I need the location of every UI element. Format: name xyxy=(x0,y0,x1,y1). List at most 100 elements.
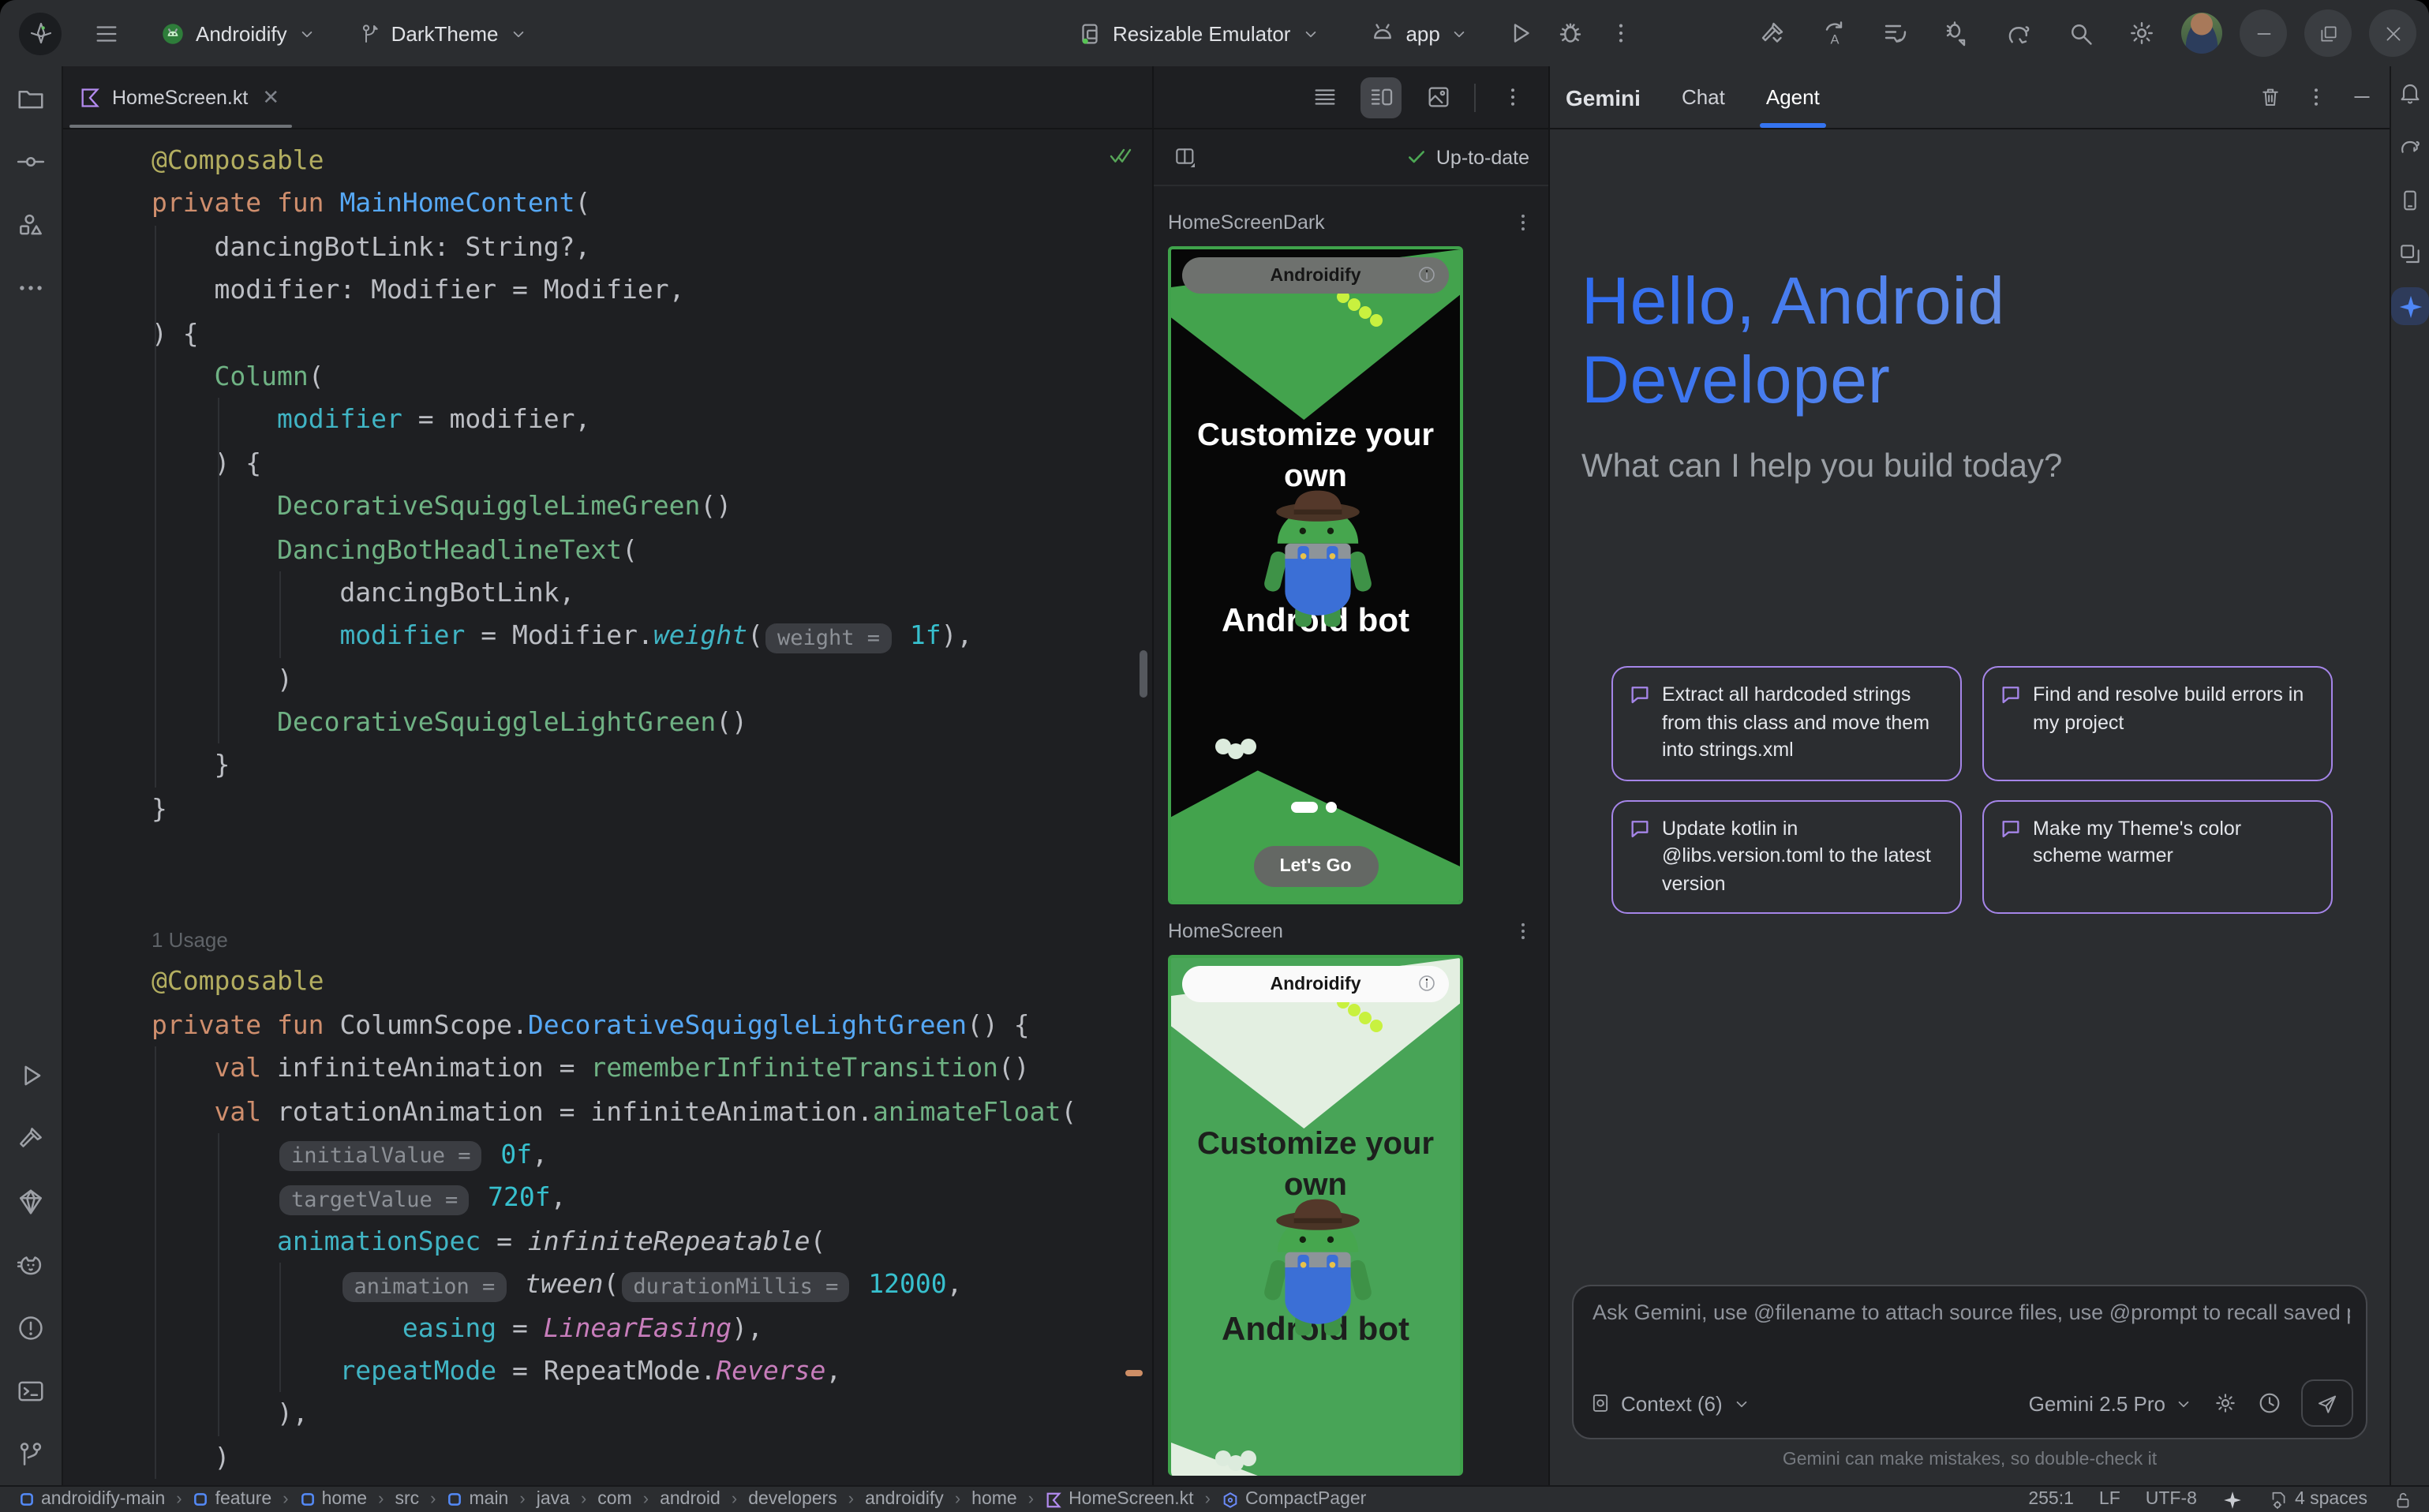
indent-setting[interactable]: 4 spaces xyxy=(2268,1489,2367,1510)
code-line[interactable]: repeatMode = RepeatMode.Reverse, xyxy=(152,1349,1152,1393)
breadcrumb-item[interactable]: developers xyxy=(748,1490,837,1509)
code-line[interactable]: ), xyxy=(152,1393,1152,1436)
code-line[interactable]: easing = LinearEasing), xyxy=(152,1306,1152,1349)
breadcrumb-item[interactable]: main xyxy=(447,1490,509,1509)
inspections-ok-icon[interactable] xyxy=(1108,145,1133,167)
code-line[interactable]: private fun ColumnScope.DecorativeSquigg… xyxy=(152,1004,1152,1047)
tab-close-icon[interactable]: ✕ xyxy=(262,84,279,110)
design-view-icon[interactable] xyxy=(1417,77,1458,118)
code-editor[interactable]: @Composableprivate fun MainHomeContent( … xyxy=(63,129,1152,1485)
code-line[interactable]: DecorativeSquiggleLimeGreen() xyxy=(152,485,1152,528)
code-line[interactable]: animation = tween(durationMillis = 12000… xyxy=(152,1263,1152,1306)
code-line[interactable]: ) { xyxy=(152,312,1152,355)
code-line[interactable]: modifier: Modifier = Modifier, xyxy=(152,268,1152,312)
line-separator[interactable]: LF xyxy=(2099,1490,2120,1509)
device-explorer-icon[interactable] xyxy=(2393,234,2427,275)
breadcrumb-item[interactable]: home xyxy=(300,1490,368,1509)
close-button[interactable] xyxy=(2369,9,2416,57)
maximize-button[interactable] xyxy=(2304,9,2352,57)
logcat-icon[interactable] xyxy=(6,1239,56,1289)
lets-go-button[interactable]: Let's Go xyxy=(1253,846,1378,887)
branch-selector[interactable]: DarkTheme xyxy=(349,15,538,51)
suggestion-card[interactable]: Find and resolve build errors in my proj… xyxy=(1982,666,2333,780)
code-line[interactable]: modifier = Modifier.weight(weight = 1f), xyxy=(152,615,1152,658)
build-tool-icon[interactable] xyxy=(6,1113,56,1163)
problems-icon[interactable] xyxy=(6,1302,56,1353)
code-line[interactable]: @Composable xyxy=(152,960,1152,1004)
code-line[interactable]: } xyxy=(152,744,1152,788)
breadcrumb-item[interactable]: HomeScreen.kt xyxy=(1045,1490,1194,1509)
code-line[interactable]: modifier = modifier, xyxy=(152,399,1152,442)
code-line[interactable]: DancingBotHeadlineText( xyxy=(152,528,1152,571)
resource-manager-icon[interactable] xyxy=(6,199,56,249)
minimize-button[interactable] xyxy=(2240,9,2287,57)
profiler-icon[interactable] xyxy=(1873,11,1918,55)
code-line[interactable]: val infiniteAnimation = rememberInfinite… xyxy=(152,1046,1152,1090)
preview-menu-icon[interactable] xyxy=(1491,77,1533,118)
context-dropdown[interactable]: Context (6) xyxy=(1621,1391,1723,1415)
code-line[interactable]: dancingBotLink: String?, xyxy=(152,226,1152,269)
preview-phone-dark[interactable]: Androidify Customize your own xyxy=(1168,246,1463,904)
caret-position[interactable]: 255:1 xyxy=(2028,1490,2074,1509)
run-button[interactable] xyxy=(1499,11,1543,55)
run-config-selector[interactable]: app xyxy=(1358,13,1479,54)
tab-agent[interactable]: Agent xyxy=(1766,66,1820,128)
suggestion-card[interactable]: Update kotlin in @libs.version.toml to t… xyxy=(1611,799,1962,914)
send-button[interactable] xyxy=(2301,1379,2353,1427)
readonly-lock-icon[interactable] xyxy=(2393,1489,2413,1510)
code-line[interactable] xyxy=(152,831,1152,874)
avatar[interactable] xyxy=(2181,13,2222,54)
suggestion-card[interactable]: Extract all hardcoded strings from this … xyxy=(1611,666,1962,780)
model-dropdown[interactable]: Gemini 2.5 Pro xyxy=(2029,1391,2194,1415)
hide-panel-icon[interactable] xyxy=(2350,85,2374,109)
preview-phone-light[interactable]: Androidify Customize your own xyxy=(1168,955,1463,1476)
settings-gear-icon[interactable] xyxy=(2120,11,2164,55)
gemini-settings-icon[interactable] xyxy=(2213,1390,2238,1416)
build-hammer-icon[interactable] xyxy=(1750,11,1795,55)
code-line[interactable] xyxy=(152,874,1152,917)
code-line[interactable]: targetValue = 720f, xyxy=(152,1177,1152,1220)
device-manager-icon[interactable] xyxy=(2393,180,2427,221)
notifications-bell-icon[interactable] xyxy=(2393,73,2427,114)
file-encoding[interactable]: UTF-8 xyxy=(2146,1490,2197,1509)
code-line[interactable]: ) { xyxy=(152,441,1152,485)
sync-text-icon[interactable]: A xyxy=(1812,11,1856,55)
version-control-icon[interactable] xyxy=(6,1428,56,1479)
gemini-input[interactable]: Ask Gemini, use @filename to attach sour… xyxy=(1572,1285,2367,1439)
code-line[interactable]: ) xyxy=(152,1435,1152,1479)
history-icon[interactable] xyxy=(2257,1390,2282,1416)
breadcrumb-item[interactable]: com xyxy=(597,1490,631,1509)
code-line[interactable]: 1 Usage xyxy=(152,917,1152,960)
breadcrumb-item[interactable]: androidify-main xyxy=(19,1490,165,1509)
tab-homescreen-kt[interactable]: HomeScreen.kt ✕ xyxy=(63,66,298,128)
run-tool-icon[interactable] xyxy=(6,1050,56,1100)
debug-button[interactable] xyxy=(1549,11,1593,55)
app-quality-insights-icon[interactable] xyxy=(6,1176,56,1226)
code-line[interactable]: Column( xyxy=(152,355,1152,399)
search-icon[interactable] xyxy=(2058,11,2102,55)
gemini-spark-icon[interactable] xyxy=(2391,287,2429,325)
tab-chat[interactable]: Chat xyxy=(1682,66,1725,128)
editor-scrollbar[interactable] xyxy=(1140,650,1147,698)
more-tool-windows-icon[interactable] xyxy=(6,262,56,313)
clear-chat-trash-icon[interactable] xyxy=(2259,85,2282,109)
code-line[interactable]: animationSpec = infiniteRepeatable( xyxy=(152,1220,1152,1263)
breadcrumb-item[interactable]: android xyxy=(660,1490,720,1509)
gradle-sync-icon[interactable] xyxy=(1997,11,2041,55)
code-line[interactable]: initialValue = 0f, xyxy=(152,1133,1152,1177)
device-selector[interactable]: Resizable Emulator xyxy=(1067,13,1330,53)
gradle-icon[interactable] xyxy=(2393,126,2427,167)
project-selector[interactable]: Androidify xyxy=(150,13,327,53)
preview-item-menu-icon[interactable] xyxy=(1512,211,1534,234)
context-attach-icon[interactable] xyxy=(1589,1392,1611,1414)
code-line[interactable]: dancingBotLink, xyxy=(152,571,1152,615)
terminal-icon[interactable] xyxy=(6,1365,56,1416)
split-view-icon[interactable] xyxy=(1360,77,1402,118)
gemini-status-spark-icon[interactable] xyxy=(2222,1489,2243,1510)
main-menu-icon[interactable] xyxy=(84,11,128,55)
attach-debugger-icon[interactable] xyxy=(1935,11,1979,55)
suggestion-card[interactable]: Make my Theme's color scheme warmer xyxy=(1982,799,2333,914)
breadcrumb-item[interactable]: src xyxy=(395,1490,419,1509)
breadcrumb-item[interactable]: CompactPager xyxy=(1222,1490,1366,1509)
code-line[interactable]: } xyxy=(152,788,1152,831)
